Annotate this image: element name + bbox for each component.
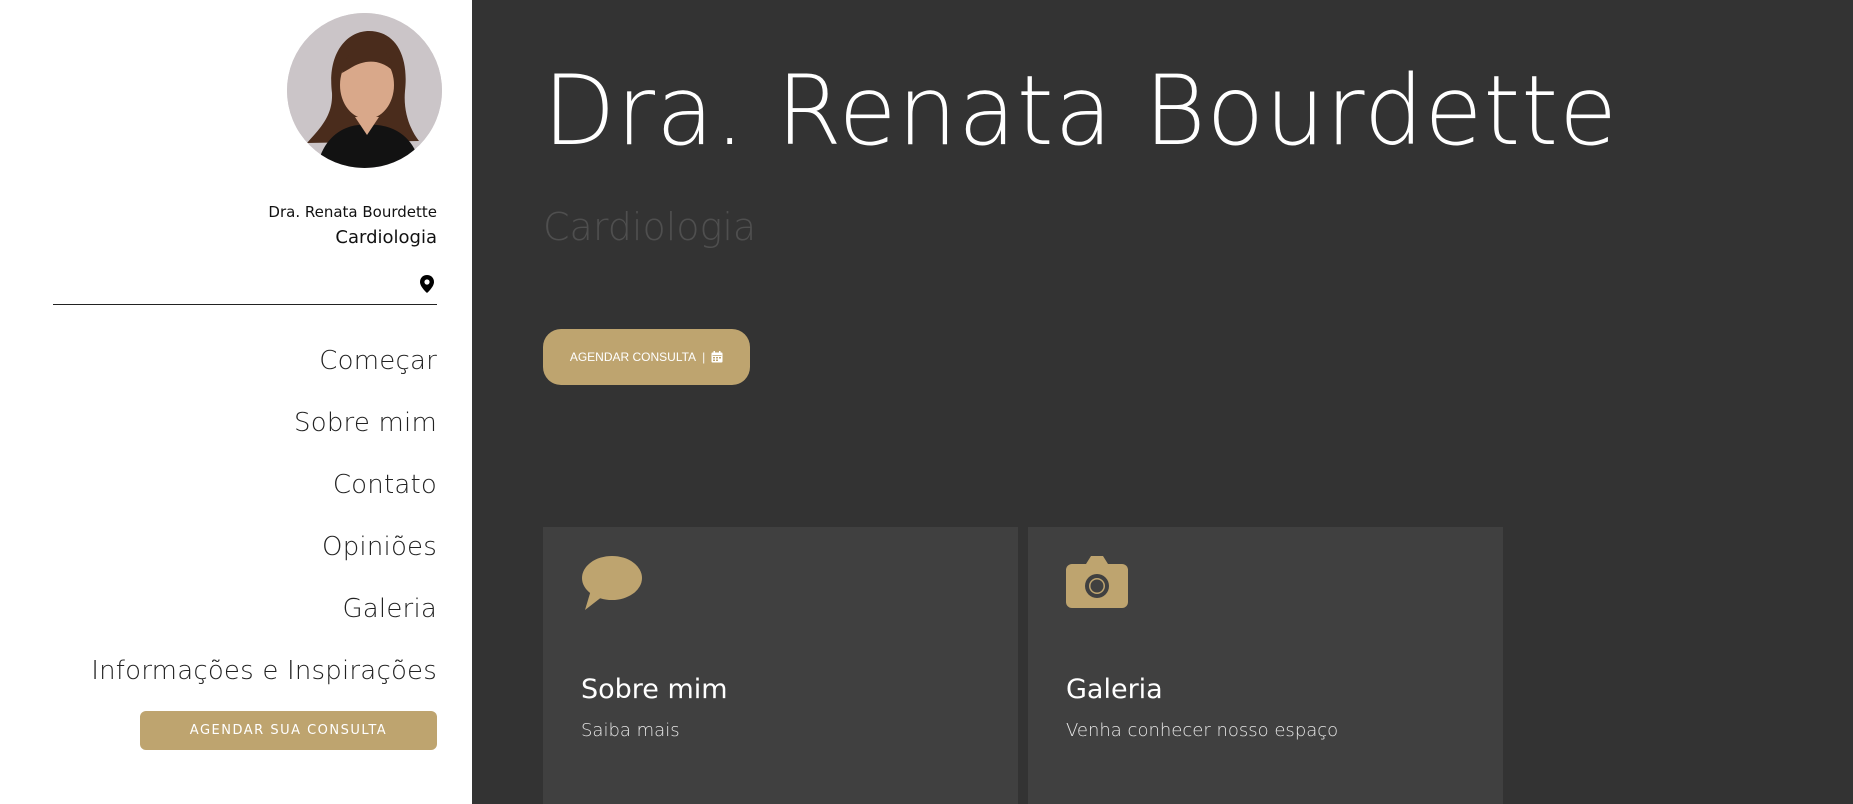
card-title: Galeria <box>1066 674 1163 705</box>
page-subtitle: Cardiologia <box>543 205 757 249</box>
card-galeria[interactable]: Galeria Venha conhecer nosso espaço <box>1028 527 1503 804</box>
nav-item-opinioes[interactable]: Opiniões <box>91 532 437 594</box>
calendar-icon <box>711 351 723 363</box>
main-content: Dra. Renata Bourdette Cardiologia AGENDA… <box>472 0 1853 804</box>
doctor-photo <box>287 13 442 168</box>
doctor-avatar <box>287 13 442 168</box>
book-appointment-button[interactable]: AGENDAR SUA CONSULTA <box>140 711 437 750</box>
page-title: Dra. Renata Bourdette <box>543 55 1618 167</box>
map-pin-icon[interactable] <box>420 275 434 293</box>
cta-label: AGENDAR CONSULTA <box>569 350 697 364</box>
card-title: Sobre mim <box>581 674 728 705</box>
nav-item-sobre-mim[interactable]: Sobre mim <box>91 408 437 470</box>
nav-item-contato[interactable]: Contato <box>91 470 437 532</box>
sidebar: Dra. Renata Bourdette Cardiologia Começa… <box>0 0 472 804</box>
sidebar-doctor-name: Dra. Renata Bourdette <box>268 203 437 221</box>
nav-item-comecar[interactable]: Começar <box>91 346 437 408</box>
speech-bubble-icon <box>582 556 642 610</box>
nav-item-informacoes[interactable]: Informações e Inspirações <box>91 656 437 718</box>
nav-item-galeria[interactable]: Galeria <box>91 594 437 656</box>
card-subtitle: Saiba mais <box>581 720 680 741</box>
camera-icon <box>1066 556 1128 608</box>
sidebar-divider <box>53 304 437 305</box>
card-subtitle: Venha conhecer nosso espaço <box>1066 720 1339 741</box>
card-sobre-mim[interactable]: Sobre mim Saiba mais <box>543 527 1018 804</box>
sidebar-specialty: Cardiologia <box>335 227 437 248</box>
sidebar-nav: Começar Sobre mim Contato Opiniões Galer… <box>91 346 437 718</box>
cta-separator: | <box>702 350 706 364</box>
schedule-consultation-button[interactable]: AGENDAR CONSULTA | <box>543 329 750 385</box>
